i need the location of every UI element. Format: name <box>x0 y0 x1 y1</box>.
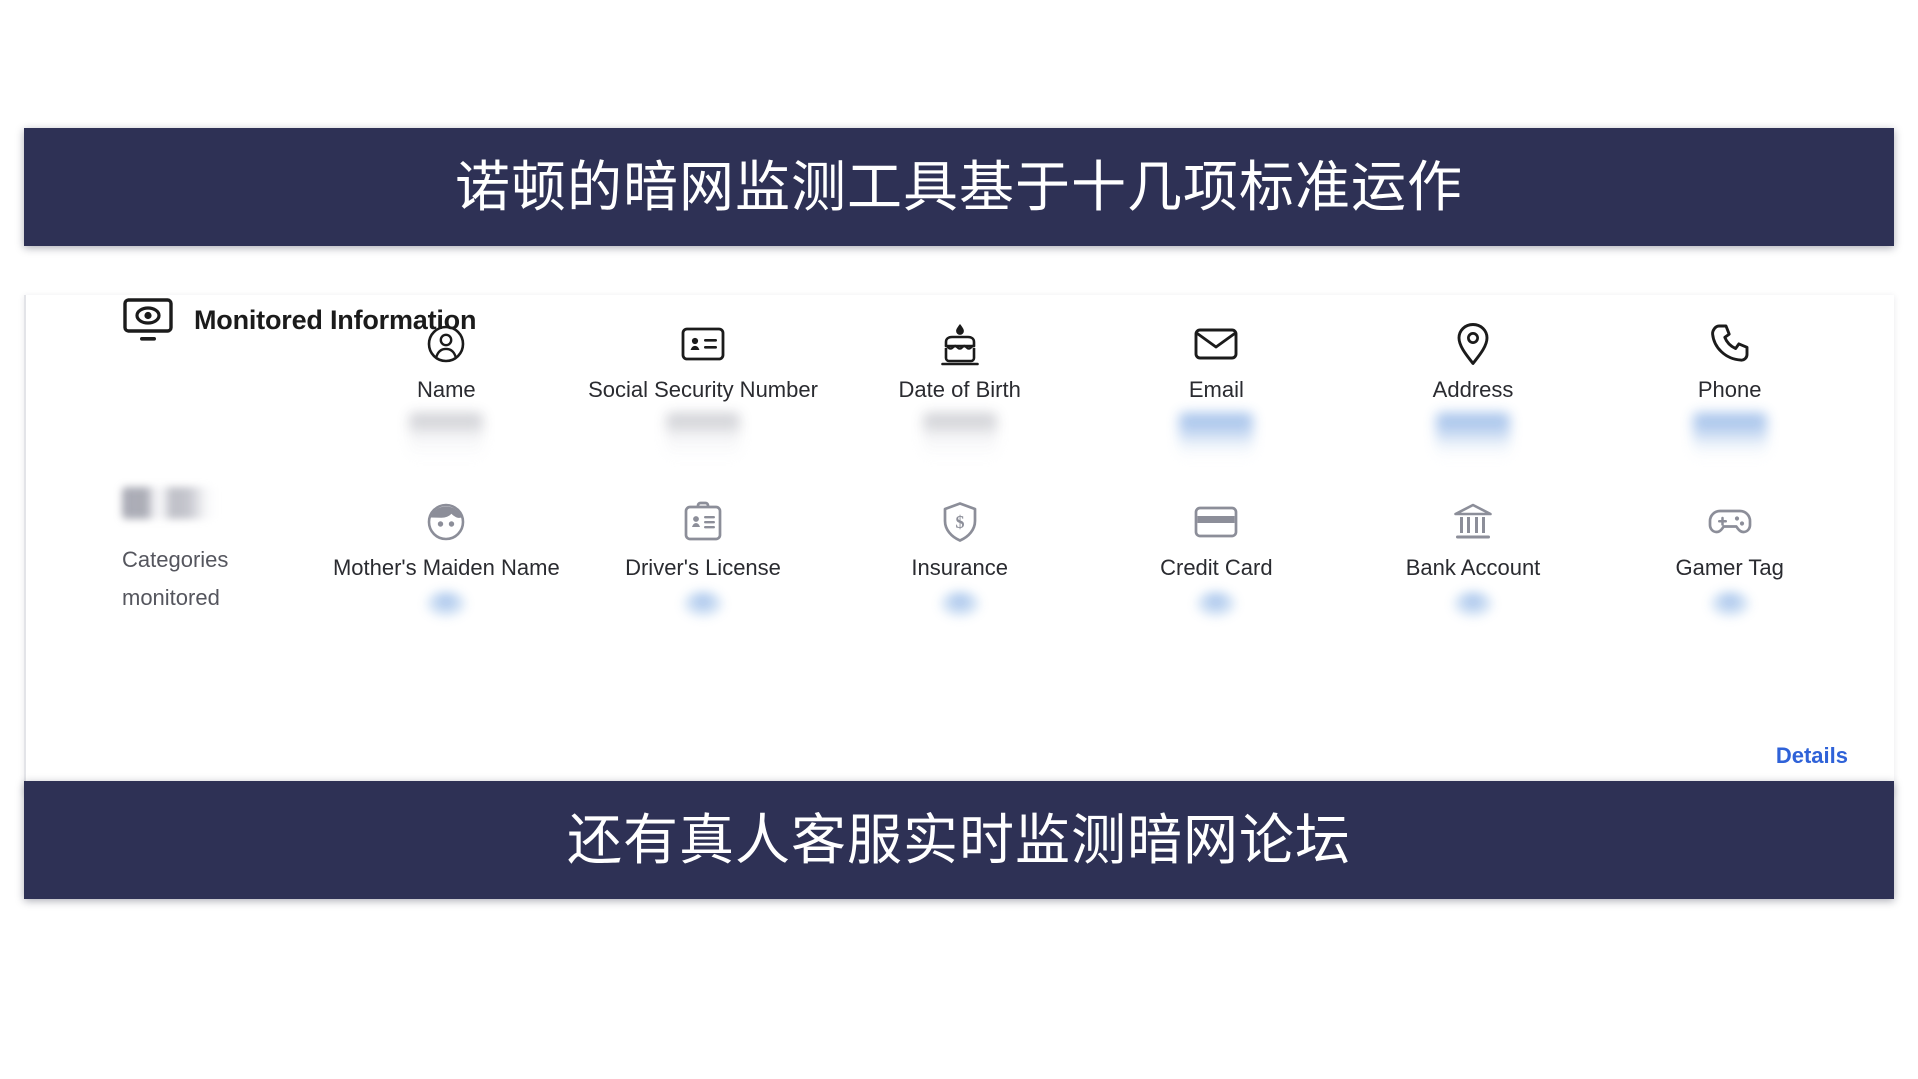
monitored-item-label: Phone <box>1697 377 1762 402</box>
monitored-items-grid: Name Social Security Number Date of Birt… <box>318 321 1858 617</box>
monitored-item-value-redacted <box>666 413 740 457</box>
monitored-item-value-redacted <box>1179 413 1254 457</box>
face-icon <box>426 499 466 545</box>
monitor-eye-icon <box>122 297 174 343</box>
monitored-item-label: Social Security Number <box>588 377 818 402</box>
monitored-item-value-redacted <box>1196 591 1237 617</box>
monitored-item-value-redacted <box>1709 591 1750 617</box>
monitored-item-value-redacted <box>1453 591 1494 617</box>
monitored-item-label: Address <box>1432 377 1514 402</box>
gamepad-icon <box>1706 499 1754 545</box>
top-caption-text: 诺顿的暗网监测工具基于十几项标准运作 <box>454 155 1463 218</box>
location-pin-icon <box>1456 321 1490 367</box>
monitored-item-value-redacted <box>409 413 484 457</box>
phone-icon <box>1710 321 1750 367</box>
monitored-item-email[interactable]: Email <box>1088 321 1345 457</box>
monitored-items-row: Name Social Security Number Date of Birt… <box>318 321 1858 457</box>
drivers-license-icon <box>684 499 722 545</box>
monitored-item-address[interactable]: Address <box>1345 321 1602 457</box>
birthday-cake-icon <box>940 321 980 367</box>
monitored-item-gamer-tag[interactable]: Gamer Tag <box>1601 499 1858 617</box>
credit-card-icon <box>1194 499 1238 545</box>
monitored-item-insurance[interactable]: $ Insurance <box>831 499 1088 617</box>
envelope-icon <box>1194 321 1238 367</box>
categories-monitored-label-line2: monitored <box>122 585 220 610</box>
monitored-item-label: Mother's Maiden Name <box>332 555 560 580</box>
monitored-item-date-of-birth[interactable]: Date of Birth <box>831 321 1088 457</box>
monitored-item-label: Bank Account <box>1405 555 1541 580</box>
monitored-item-social-security-number[interactable]: Social Security Number <box>575 321 832 457</box>
monitored-item-label: Date of Birth <box>898 377 1021 402</box>
card-inner: Monitored Information Categories monitor… <box>60 295 1894 795</box>
monitored-item-value-redacted <box>939 591 980 617</box>
monitored-item-value-redacted <box>426 591 467 617</box>
shield-dollar-icon: $ <box>942 499 978 545</box>
monitored-item-name[interactable]: Name <box>318 321 575 457</box>
monitored-item-label: Email <box>1188 377 1244 402</box>
monitored-item-credit-card[interactable]: Credit Card <box>1088 499 1345 617</box>
monitored-items-row: Mother's Maiden Name Driver's License $ … <box>318 499 1858 617</box>
svg-text:$: $ <box>955 512 964 532</box>
id-card-icon <box>681 321 725 367</box>
categories-monitored-value-redacted <box>122 487 214 519</box>
monitored-item-label: Credit Card <box>1160 555 1273 580</box>
monitored-item-phone[interactable]: Phone <box>1601 321 1858 457</box>
monitored-item-bank-account[interactable]: Bank Account <box>1345 499 1602 617</box>
monitored-item-label: Insurance <box>911 555 1008 580</box>
categories-monitored-label-line1: Categories <box>122 547 229 572</box>
categories-monitored-block: Categories monitored <box>122 487 312 617</box>
monitored-item-drivers-license[interactable]: Driver's License <box>575 499 832 617</box>
details-link[interactable]: Details <box>1776 743 1848 769</box>
bank-icon <box>1452 499 1494 545</box>
top-caption-banner: 诺顿的暗网监测工具基于十几项标准运作 <box>24 128 1894 246</box>
monitored-item-label: Driver's License <box>625 555 781 580</box>
monitored-item-value-redacted <box>1436 413 1511 457</box>
person-circle-icon <box>426 321 466 367</box>
monitored-item-mothers-maiden-name[interactable]: Mother's Maiden Name <box>318 499 575 617</box>
monitored-item-value-redacted <box>922 413 997 457</box>
monitored-item-value-redacted <box>1692 413 1767 457</box>
bottom-caption-text: 还有真人客服实时监测暗网论坛 <box>566 808 1351 871</box>
monitored-item-label: Gamer Tag <box>1675 555 1784 580</box>
screenshot-root: Monitored Information Categories monitor… <box>0 0 1918 1079</box>
bottom-caption-banner: 还有真人客服实时监测暗网论坛 <box>24 781 1894 899</box>
monitored-item-label: Name <box>416 377 476 402</box>
monitored-item-value-redacted <box>683 591 723 617</box>
monitored-information-card: Monitored Information Categories monitor… <box>24 295 1894 795</box>
